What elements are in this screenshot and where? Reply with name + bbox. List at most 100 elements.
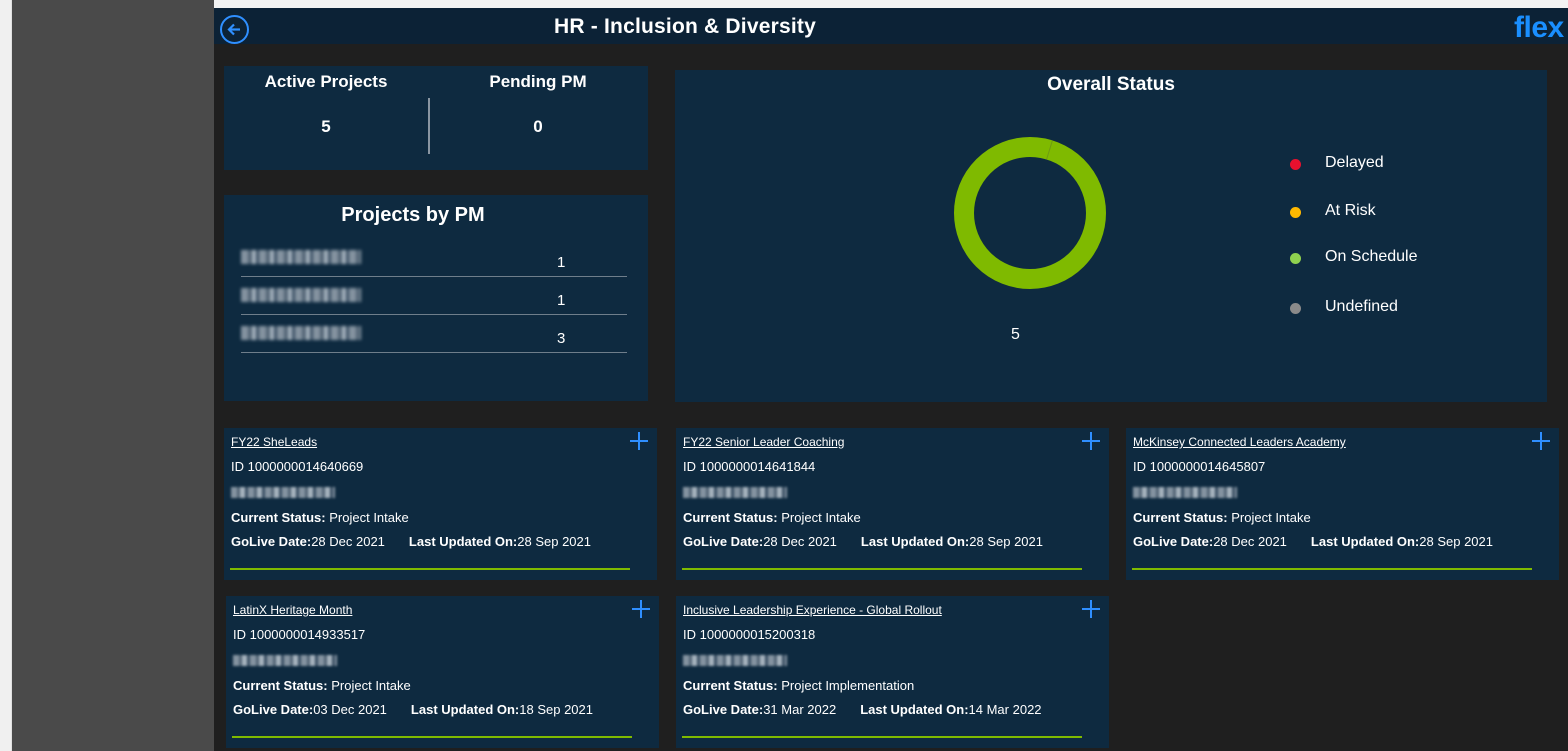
project-dates: GoLive Date:31 Mar 2022 Last Updated On:1… xyxy=(683,702,1042,717)
pm-row[interactable]: 1 xyxy=(241,249,627,277)
project-id: ID 1000000014640669 xyxy=(231,459,364,474)
project-card: FY22 Senior Leader Coaching ID 100000001… xyxy=(676,428,1109,580)
legend-label: At Risk xyxy=(1325,202,1376,219)
header-bar: HR - Inclusion & Diversity flex xyxy=(214,0,1568,44)
current-status-value: Project Intake xyxy=(781,510,861,525)
status-progress-line xyxy=(1132,568,1532,570)
status-progress-line xyxy=(230,568,630,570)
current-status-value: Project Intake xyxy=(329,510,409,525)
project-name-link[interactable]: FY22 Senior Leader Coaching xyxy=(683,435,844,449)
golive-label: GoLive Date: xyxy=(1133,534,1214,549)
golive-value: 28 Dec 2021 xyxy=(763,534,837,549)
last-updated-value: 28 Sep 2021 xyxy=(1419,534,1493,549)
current-status: Current Status: Project Intake xyxy=(683,510,861,525)
pm-count: 1 xyxy=(557,254,566,271)
current-status-label: Current Status: xyxy=(683,678,778,693)
project-owner-redacted xyxy=(1133,487,1237,498)
golive-label: GoLive Date: xyxy=(683,534,764,549)
last-updated-label: Last Updated On: xyxy=(860,702,969,717)
current-status: Current Status: Project Intake xyxy=(233,678,411,693)
project-id: ID 1000000014933517 xyxy=(233,627,366,642)
golive-label: GoLive Date: xyxy=(683,702,764,717)
current-status-value: Project Intake xyxy=(331,678,411,693)
kpi-panel: Active Projects 5 Pending PM 0 xyxy=(224,66,648,170)
legend-dot-icon xyxy=(1290,159,1301,170)
legend-dot-icon xyxy=(1290,207,1301,218)
last-updated-label: Last Updated On: xyxy=(860,534,970,549)
plus-icon[interactable] xyxy=(632,600,650,618)
current-status-label: Current Status: xyxy=(233,678,328,693)
last-updated-value: 28 Sep 2021 xyxy=(517,534,591,549)
plus-icon[interactable] xyxy=(1082,600,1100,618)
project-owner-redacted xyxy=(683,487,787,498)
donut-slice-on-schedule[interactable] xyxy=(954,137,1106,289)
plus-icon[interactable] xyxy=(1082,432,1100,450)
active-projects-value: 5 xyxy=(321,117,331,136)
project-name-link[interactable]: FY22 SheLeads xyxy=(231,435,317,449)
status-progress-line xyxy=(682,568,1082,570)
golive-value: 31 Mar 2022 xyxy=(763,702,837,717)
pm-count: 3 xyxy=(557,330,566,347)
legend-label: Delayed xyxy=(1325,154,1384,171)
last-updated-value: 14 Mar 2022 xyxy=(968,702,1042,717)
last-updated-label: Last Updated On: xyxy=(408,534,518,549)
status-progress-line xyxy=(682,736,1082,738)
left-side-panel xyxy=(12,0,214,751)
current-status-label: Current Status: xyxy=(1133,510,1228,525)
pm-count: 1 xyxy=(557,292,566,309)
overall-status-panel: Overall Status 5 Delayed At Risk On Sche… xyxy=(675,70,1547,402)
status-donut-chart[interactable] xyxy=(952,135,1108,291)
project-card: Inclusive Leadership Experience - Global… xyxy=(676,596,1109,748)
golive-value: 03 Dec 2021 xyxy=(313,702,387,717)
legend-dot-icon xyxy=(1290,253,1301,264)
projects-by-pm-panel: Projects by PM 1 1 3 xyxy=(224,195,648,401)
pm-row[interactable]: 1 xyxy=(241,287,627,315)
project-owner-redacted xyxy=(231,487,335,498)
pm-name-redacted xyxy=(241,326,361,340)
project-dates: GoLive Date:03 Dec 2021 Last Updated On:1… xyxy=(233,702,593,717)
plus-icon[interactable] xyxy=(1532,432,1550,450)
project-dates: GoLive Date:28 Dec 2021 Last Updated On:2… xyxy=(231,534,591,549)
project-id: ID 1000000015200318 xyxy=(683,627,816,642)
current-status-label: Current Status: xyxy=(231,510,326,525)
kpi-divider xyxy=(428,98,430,154)
page-title: HR - Inclusion & Diversity xyxy=(554,15,816,38)
current-status-value: Project Implementation xyxy=(781,678,915,693)
current-status-label: Current Status: xyxy=(683,510,778,525)
overall-status-title: Overall Status xyxy=(1047,74,1175,95)
project-dates: GoLive Date:28 Dec 2021 Last Updated On:2… xyxy=(683,534,1043,549)
project-id: ID 1000000014645807 xyxy=(1133,459,1266,474)
last-updated-label: Last Updated On: xyxy=(1310,534,1420,549)
pending-pm-label: Pending PM xyxy=(489,72,587,91)
project-dates: GoLive Date:28 Dec 2021 Last Updated On:2… xyxy=(1133,534,1493,549)
golive-label: GoLive Date: xyxy=(233,702,314,717)
active-projects-label: Active Projects xyxy=(264,72,388,91)
project-name-link[interactable]: Inclusive Leadership Experience - Global… xyxy=(683,603,942,617)
project-owner-redacted xyxy=(233,655,337,666)
pm-name-redacted xyxy=(241,288,361,302)
project-card: LatinX Heritage Month ID 100000001493351… xyxy=(226,596,659,748)
current-status: Current Status: Project Intake xyxy=(231,510,409,525)
projects-by-pm-title: Projects by PM xyxy=(341,204,485,226)
project-name-link[interactable]: McKinsey Connected Leaders Academy xyxy=(1133,435,1346,449)
pm-name-redacted xyxy=(241,250,361,264)
golive-label: GoLive Date: xyxy=(231,534,312,549)
current-status: Current Status: Project Intake xyxy=(1133,510,1311,525)
legend-label: On Schedule xyxy=(1325,248,1418,265)
golive-value: 28 Dec 2021 xyxy=(311,534,385,549)
dashboard-canvas: HR - Inclusion & Diversity flex Active P… xyxy=(214,0,1568,751)
plus-icon[interactable] xyxy=(630,432,648,450)
last-updated-value: 28 Sep 2021 xyxy=(969,534,1043,549)
brand-logo: flex xyxy=(1514,11,1564,44)
project-owner-redacted xyxy=(683,655,787,666)
current-status: Current Status: Project Implementation xyxy=(683,678,914,693)
window-left-edge xyxy=(0,0,12,751)
status-progress-line xyxy=(232,736,632,738)
last-updated-label: Last Updated On: xyxy=(410,702,520,717)
pm-row[interactable]: 3 xyxy=(241,325,627,353)
project-card: FY22 SheLeads ID 1000000014640669 Curren… xyxy=(224,428,657,580)
legend-dot-icon xyxy=(1290,303,1301,314)
project-name-link[interactable]: LatinX Heritage Month xyxy=(233,603,352,617)
golive-value: 28 Dec 2021 xyxy=(1213,534,1287,549)
project-card: McKinsey Connected Leaders Academy ID 10… xyxy=(1126,428,1559,580)
